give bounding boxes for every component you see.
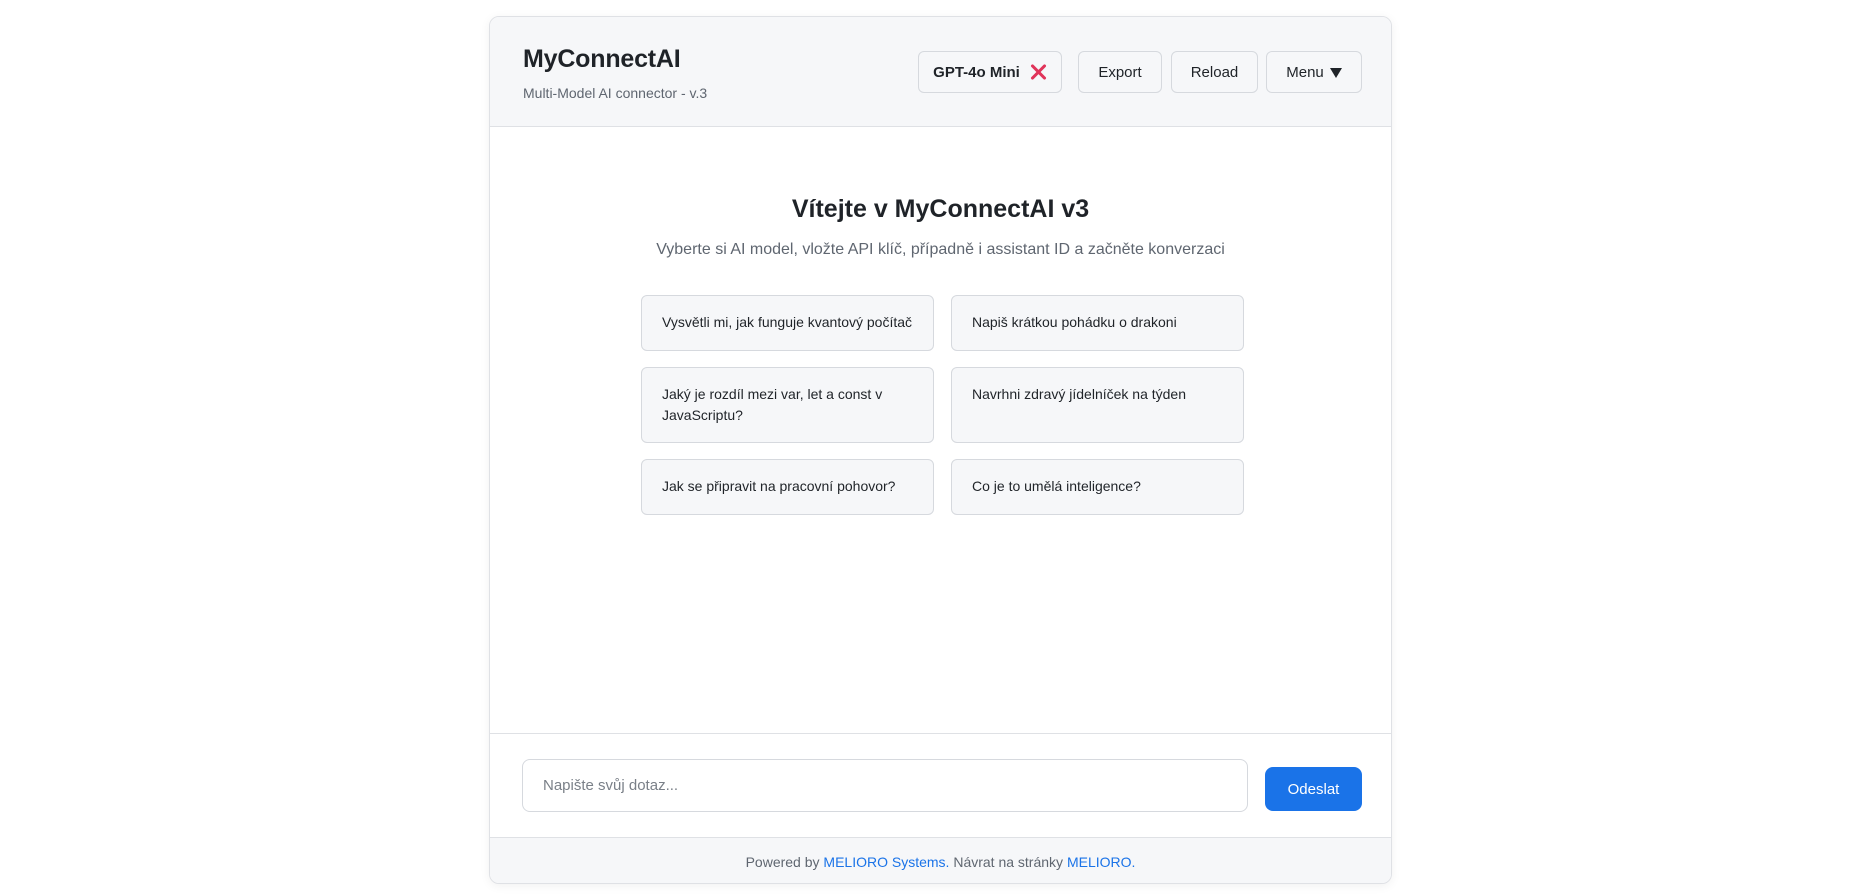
input-area: Odeslat bbox=[490, 733, 1391, 837]
footer-middle: Návrat na stránky bbox=[953, 854, 1064, 870]
model-name: GPT-4o Mini bbox=[933, 63, 1020, 81]
menu-button[interactable]: Menu bbox=[1266, 51, 1362, 93]
app-title: MyConnectAI bbox=[523, 45, 681, 73]
prompt-input[interactable] bbox=[522, 759, 1248, 812]
close-icon[interactable] bbox=[1029, 63, 1047, 81]
suggestion-card[interactable]: Jaký je rozdíl mezi var, let a const v J… bbox=[641, 367, 934, 443]
welcome-subtitle: Vyberte si AI model, vložte API klíč, př… bbox=[656, 241, 1225, 258]
menu-label: Menu bbox=[1286, 63, 1324, 81]
caret-down-icon bbox=[1329, 67, 1342, 78]
send-button[interactable]: Odeslat bbox=[1265, 767, 1362, 811]
reload-button[interactable]: Reload bbox=[1171, 51, 1258, 93]
suggestion-card[interactable]: Vysvětli mi, jak funguje kvantový počíta… bbox=[641, 295, 934, 351]
header: MyConnectAI Multi-Model AI connector - v… bbox=[490, 17, 1391, 127]
app-window: MyConnectAI Multi-Model AI connector - v… bbox=[489, 16, 1392, 884]
footer-prefix: Powered by bbox=[745, 854, 820, 870]
suggestion-card[interactable]: Navrhni zdravý jídelníček na týden bbox=[951, 367, 1244, 443]
welcome-title: Vítejte v MyConnectAI v3 bbox=[791, 195, 1090, 223]
footer: Powered by MELIORO Systems. Návrat na st… bbox=[490, 837, 1391, 883]
company-link[interactable]: MELIORO Systems. bbox=[823, 854, 949, 870]
suggestion-card[interactable]: Napiš krátkou pohádku o drakoni bbox=[951, 295, 1244, 351]
suggestion-card[interactable]: Jak se připravit na pracovní pohovor? bbox=[641, 459, 934, 515]
site-link[interactable]: MELIORO. bbox=[1067, 854, 1135, 870]
export-button[interactable]: Export bbox=[1078, 51, 1162, 93]
suggestion-grid: Vysvětli mi, jak funguje kvantový počíta… bbox=[641, 295, 1244, 515]
model-selector-button[interactable]: GPT-4o Mini bbox=[918, 51, 1062, 93]
app-subtitle: Multi-Model AI connector - v.3 bbox=[523, 85, 708, 101]
suggestion-card[interactable]: Co je to umělá inteligence? bbox=[951, 459, 1244, 515]
